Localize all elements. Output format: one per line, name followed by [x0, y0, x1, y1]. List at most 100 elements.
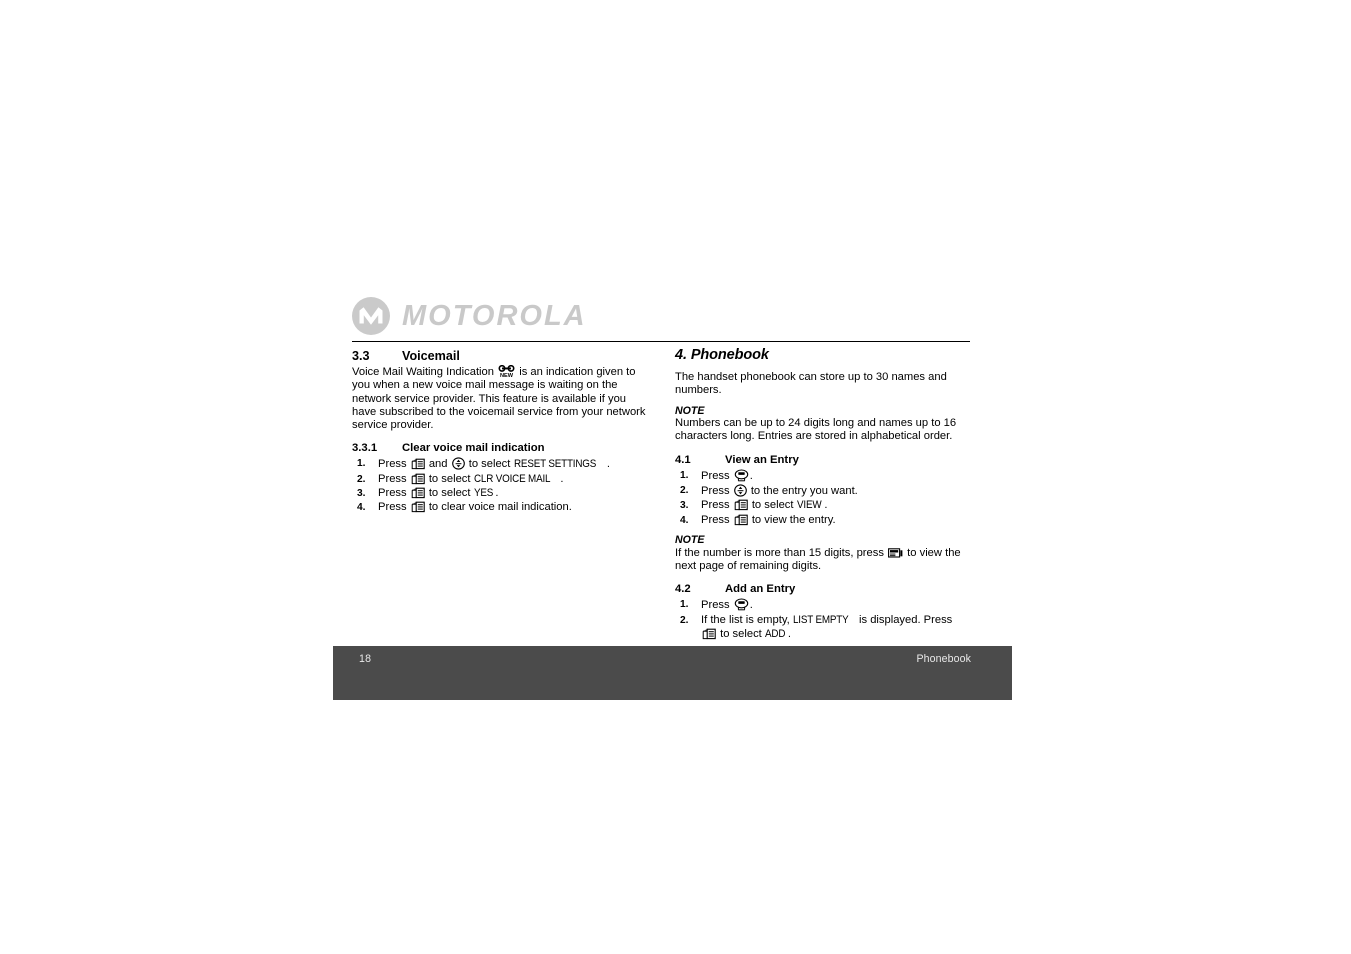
heading-add-entry: 4.2 Add an Entry [675, 582, 971, 596]
step-text-end: . [560, 472, 564, 485]
step-text-mid: is displayed. Press [859, 613, 953, 626]
step-text-pre: Press [701, 499, 730, 512]
list-item: 1. Press . [675, 598, 971, 613]
phonebook-intro-paragraph: The handset phonebook can store up to 30… [675, 371, 947, 397]
note-label-1: NOTE [675, 404, 705, 417]
step-text-end: . [824, 499, 828, 512]
softkey-icon [411, 501, 425, 513]
clear-voicemail-steps: 1. Press and to select RESET SETTINGS. 2.… [352, 457, 652, 515]
heading-clear-voicemail: 3.3.1 Clear voice mail indication [352, 441, 652, 455]
step-text-pre: Press [378, 501, 407, 514]
step-text-pre: If the list is empty, [701, 613, 790, 626]
lcd-text: VIEW [796, 499, 822, 512]
list-item: 2. Press to the entry you want. [675, 484, 971, 499]
step-number: 1. [680, 599, 689, 611]
list-item: 3. Press to select VIEW. [675, 499, 971, 513]
heading-voicemail-number: 3.3 [352, 349, 370, 363]
step-text-post: . [749, 599, 753, 612]
step-text-pre: Press [701, 484, 730, 497]
step-text-post: to select [428, 472, 471, 485]
list-item: 1. Press and to select RESET SETTINGS. [352, 457, 652, 472]
note-body-2: If the number is more than 15 digits, pr… [675, 547, 971, 574]
heading-clear-voicemail-title: Clear voice mail indication [402, 442, 545, 455]
heading-clear-voicemail-number: 3.3.1 [352, 442, 378, 455]
list-item: 4. Press to clear voice mail indication. [352, 501, 652, 515]
footer-page-number: 18 [359, 653, 372, 665]
lcd-text: LIST EMPTY [792, 613, 849, 626]
softkey-icon [702, 628, 716, 640]
list-item: 2. If the list is empty, LIST EMPTY is di… [675, 614, 971, 642]
voicemail-new-icon: NEW [498, 365, 515, 378]
lcd-text: CLR VOICE MAIL [473, 472, 551, 485]
step-text-pre: Press [378, 458, 407, 471]
motorola-batwing-emblem [352, 297, 390, 335]
step-text-post: to select [428, 487, 471, 500]
step-number: 3. [357, 488, 366, 500]
list-item: 4. Press to view the entry. [675, 514, 971, 528]
right-column: 4. Phonebook The handset phonebook can s… [675, 347, 971, 642]
step-text-end: . [495, 487, 499, 500]
step-text-pre: Press [378, 472, 407, 485]
navkey-icon [733, 484, 747, 497]
softkey-icon [411, 487, 425, 499]
motorola-wordmark: MOTOROLA [402, 300, 587, 332]
lcd-text: ADD [764, 627, 786, 640]
note-body-1: Numbers can be up to 24 digits long and … [675, 417, 957, 443]
heading-add-entry-title: Add an Entry [725, 583, 796, 596]
heading-view-entry-number: 4.1 [675, 453, 691, 466]
add-entry-steps: 1. Press . 2. If the list is empty, LIST E… [675, 598, 971, 641]
chapter-title-phonebook: 4. Phonebook [675, 347, 769, 363]
step-number: 1. [357, 458, 366, 470]
svg-text:NEW: NEW [500, 373, 514, 378]
document-page: MOTOROLA 3.3 Voicemail Voice Mail Waitin… [0, 0, 1351, 954]
heading-add-entry-number: 4.2 [675, 583, 691, 596]
step-text-mid: and [428, 458, 448, 471]
note2-pre-text: If the number is more than 15 digits, pr… [675, 546, 884, 559]
lcd-text: YES [473, 487, 493, 500]
okkey-icon [734, 469, 749, 482]
heading-view-entry: 4.1 View an Entry [675, 453, 971, 467]
list-item: 3. Press to select YES. [352, 487, 652, 501]
voicemail-intro-part1: Voice Mail Waiting Indication [352, 366, 494, 378]
step-number: 2. [680, 614, 689, 626]
okkey-icon [734, 598, 749, 611]
heading-voicemail: 3.3 Voicemail [352, 349, 652, 364]
page-footer: 18 Phonebook [333, 646, 1012, 700]
step-text-pre: Press [701, 599, 730, 612]
step-number: 1. [680, 469, 689, 481]
softkey-icon [411, 473, 425, 485]
header-divider [352, 341, 970, 342]
lcd-text: RESET SETTINGS [513, 458, 596, 471]
step-text-end: . [606, 458, 610, 471]
list-item: 1. Press . [675, 469, 971, 484]
step-text-post: to select [468, 458, 511, 471]
left-column: 3.3 Voicemail Voice Mail Waiting Indicat… [352, 349, 652, 516]
motorola-logo: MOTOROLA [352, 296, 652, 338]
step-text-pre: Press [378, 487, 407, 500]
view-entry-steps: 1. Press . 2. Press to the entry you want.… [675, 469, 971, 528]
step-number: 3. [680, 500, 689, 512]
step-number: 4. [357, 502, 366, 514]
step-text-post: to clear voice mail indication. [428, 501, 572, 514]
step-text-post: to the entry you want. [750, 484, 858, 497]
voicemail-intro-paragraph: Voice Mail Waiting Indication NEW is an … [352, 365, 652, 432]
step-text-post: to select [720, 627, 762, 640]
page-next-icon [888, 548, 903, 559]
softkey-icon [734, 514, 748, 526]
step-number: 4. [680, 514, 689, 526]
step-text-post: to select [751, 499, 794, 512]
step-text-post: . [749, 469, 753, 482]
heading-view-entry-title: View an Entry [725, 453, 799, 466]
softkey-icon [734, 499, 748, 511]
step-text-post: to view the entry. [751, 513, 836, 526]
step-text-pre: Press [701, 513, 730, 526]
softkey-icon [411, 458, 425, 470]
footer-chapter-title: Phonebook [916, 653, 971, 665]
step-text-end: . [787, 627, 792, 640]
step-text-pre: Press [701, 469, 730, 482]
step-number: 2. [357, 473, 366, 485]
list-item: 2. Press to select CLR VOICE MAIL. [352, 473, 652, 487]
navkey-icon [451, 457, 465, 471]
heading-voicemail-title: Voicemail [402, 349, 460, 363]
step-number: 2. [680, 484, 689, 496]
